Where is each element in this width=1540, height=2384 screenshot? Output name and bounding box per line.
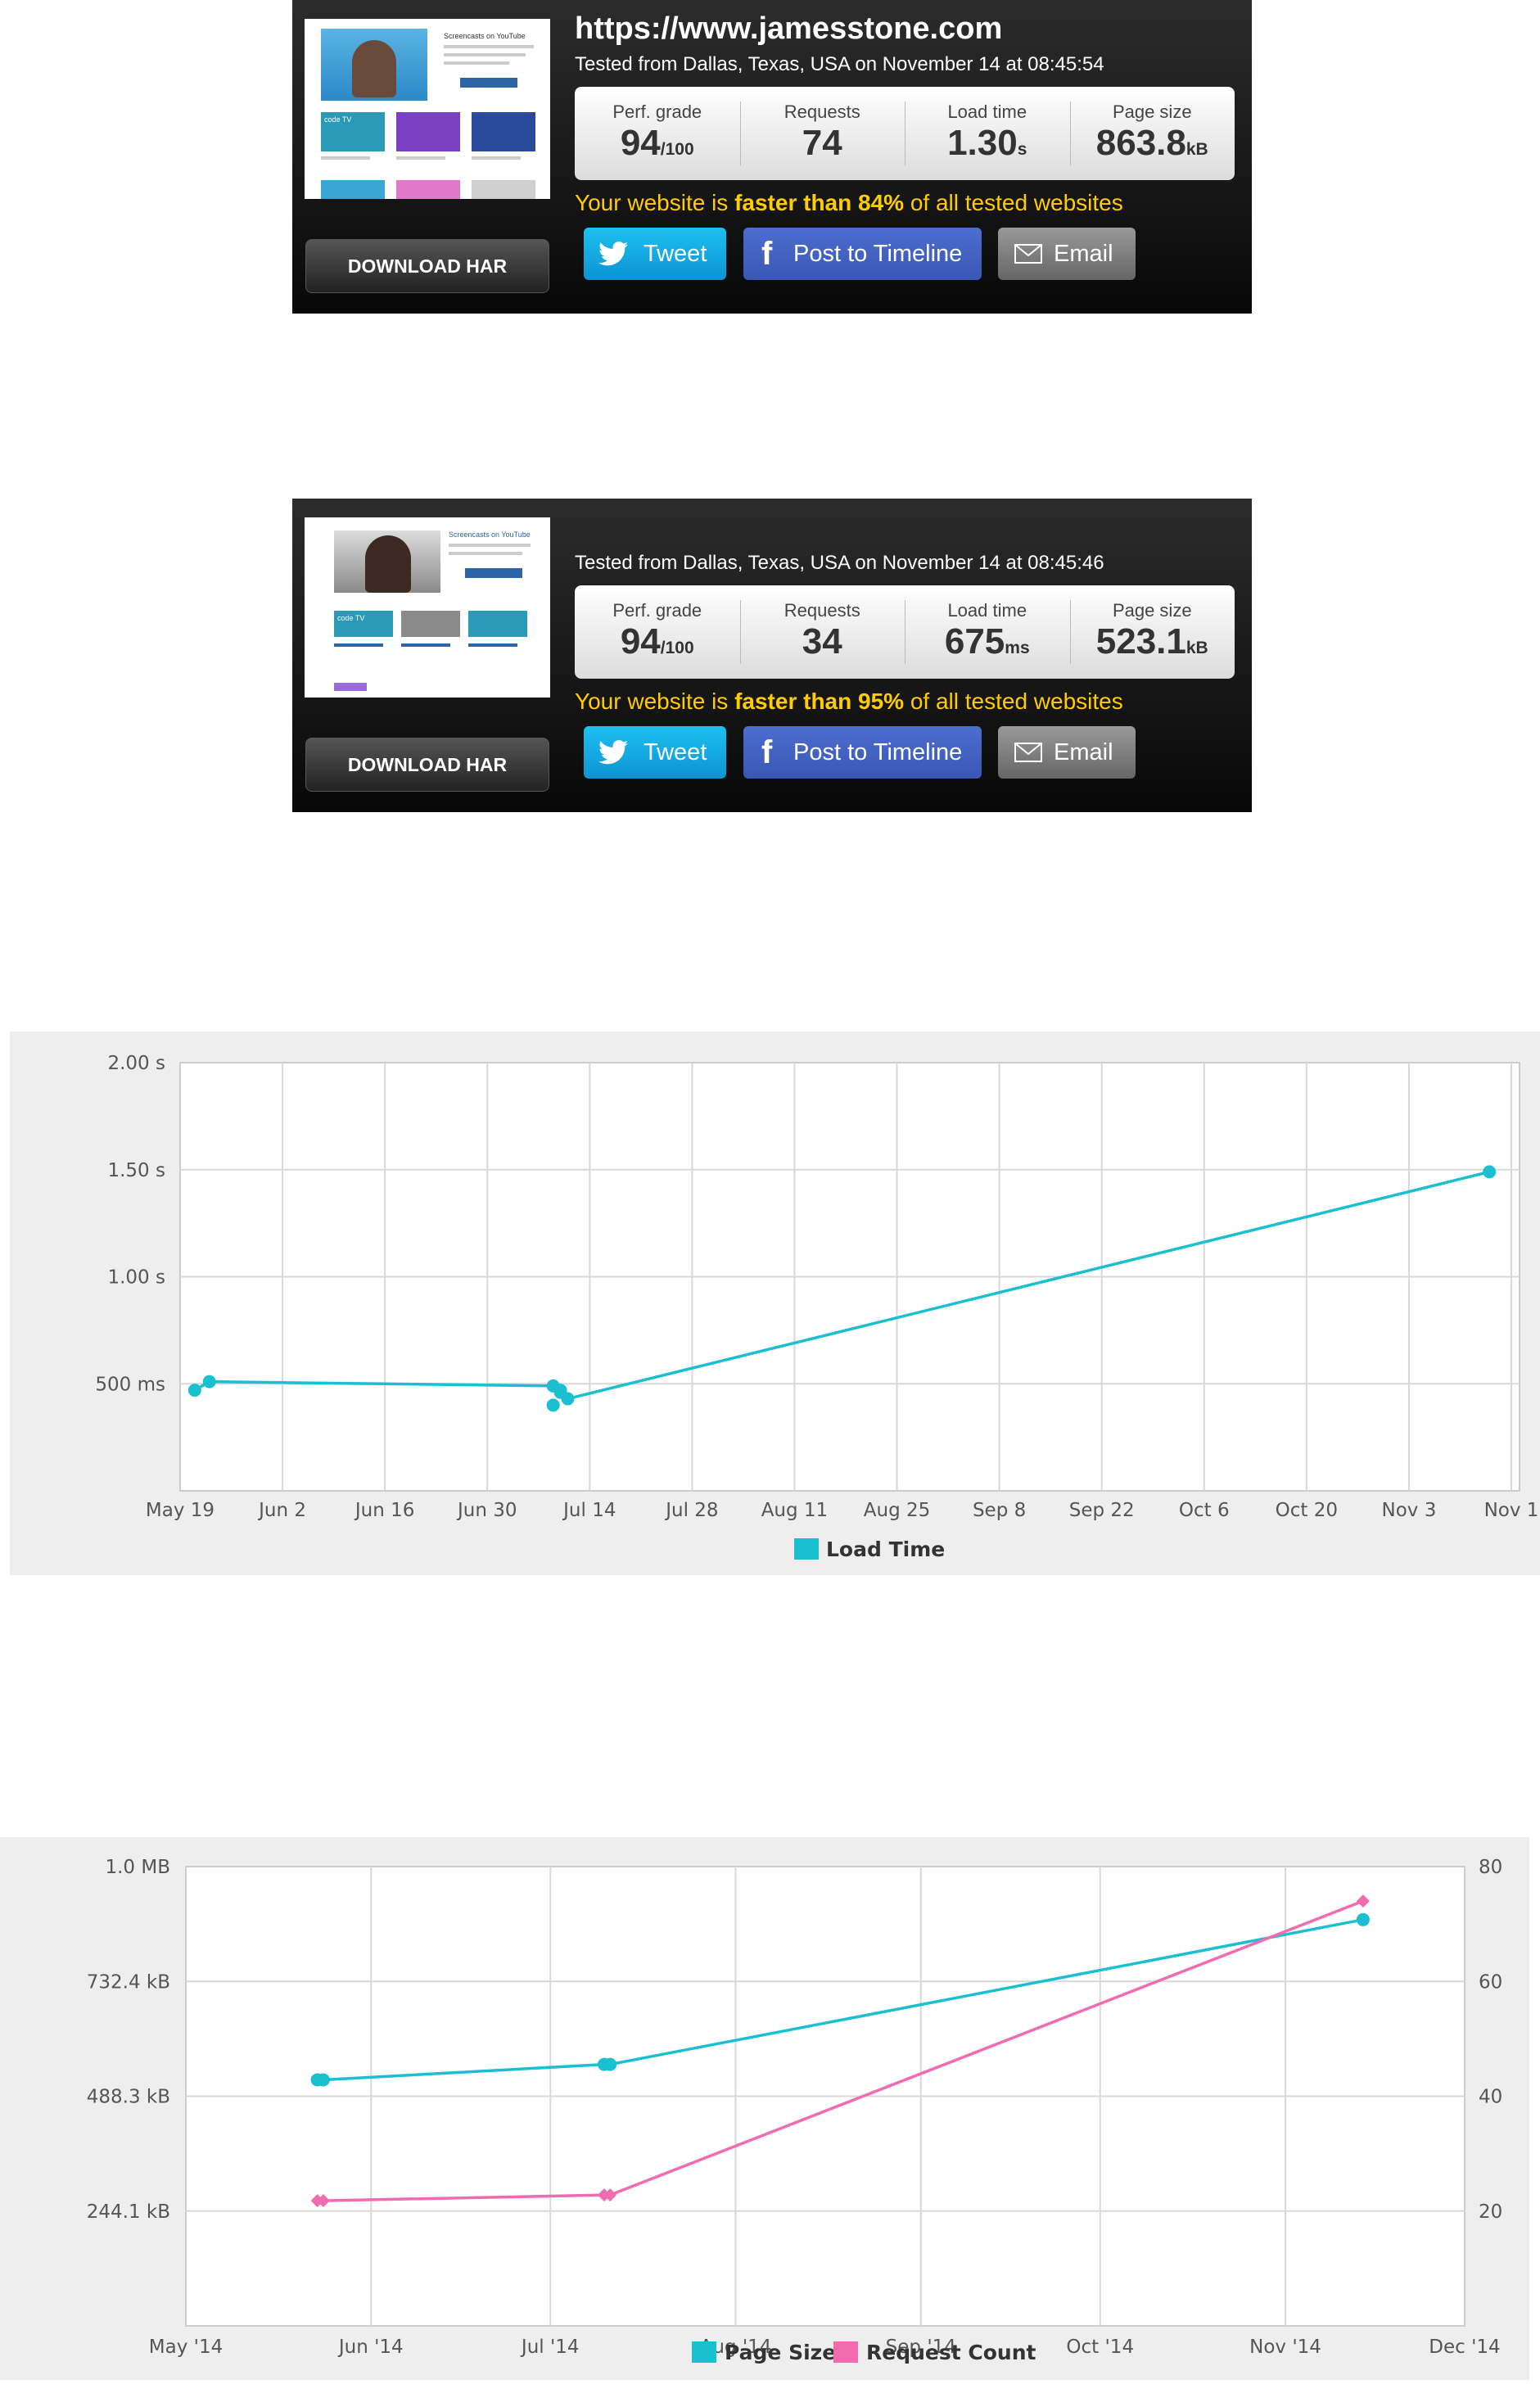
facebook-icon: f bbox=[761, 734, 773, 770]
x-tick-label: Jun '14 bbox=[337, 2337, 404, 2358]
faster-than-text: Your website is faster than 95% of all t… bbox=[575, 689, 1123, 714]
load-time-chart: 500 ms 1.00 s 1.50 s 2.00 s May 19 Jun 2 Jun … bbox=[95, 1053, 1539, 1561]
x-tick-label: Jul 14 bbox=[562, 1500, 616, 1521]
thumbnail-tile-1: code TV bbox=[334, 611, 393, 637]
y-left-tick-label: 488.3 kB bbox=[87, 2087, 170, 2108]
stat-perf-grade: Perf. grade 94/100 bbox=[612, 600, 702, 661]
email-button[interactable]: Email bbox=[998, 726, 1136, 779]
thumbnail-tile-2 bbox=[396, 112, 460, 151]
legend-swatch-page-size bbox=[692, 2341, 716, 2363]
x-tick-label: Oct '14 bbox=[1066, 2337, 1134, 2358]
tweet-button[interactable]: Tweet bbox=[584, 726, 726, 779]
stat-requests: Requests 74 bbox=[739, 87, 905, 180]
x-tick-label: Dec '14 bbox=[1429, 2337, 1500, 2358]
legend-swatch-load-time bbox=[794, 1538, 819, 1560]
x-tick-label: Jul 28 bbox=[664, 1500, 718, 1521]
post-to-timeline-button[interactable]: f Post to Timeline bbox=[743, 726, 982, 779]
download-har-button[interactable]: DOWNLOAD HAR bbox=[305, 239, 549, 293]
stat-load-time: Load time 1.30s bbox=[905, 87, 1070, 180]
report-panel-2: Screencasts on YouTube code TV DOWNLOAD … bbox=[292, 499, 1252, 812]
facebook-icon: f bbox=[761, 236, 773, 272]
data-point-page-size[interactable] bbox=[316, 2073, 330, 2087]
x-tick-label: Jun 2 bbox=[257, 1500, 306, 1521]
thumbnail-tile-2 bbox=[401, 611, 460, 637]
stat-perf-grade: Perf. grade 94/100 bbox=[612, 102, 702, 163]
x-tick-label: Jul '14 bbox=[520, 2337, 580, 2358]
y-tick-label: 2.00 s bbox=[107, 1053, 165, 1074]
legend-label-page-size: Page Size bbox=[725, 2341, 836, 2364]
page-size-request-chart: 244.1 kB488.3 kB732.4 kB1.0 MB 20406080 … bbox=[87, 1857, 1503, 2364]
thumbnail-video bbox=[334, 531, 440, 593]
tested-from-text: Tested from Dallas, Texas, USA on Novemb… bbox=[575, 552, 1104, 574]
x-tick-label: Aug 25 bbox=[864, 1500, 931, 1521]
thumbnail-tile-3 bbox=[472, 112, 535, 151]
y-tick-label: 1.50 s bbox=[107, 1160, 165, 1181]
x-tick-label: May 19 bbox=[146, 1500, 215, 1521]
legend-label-request-count: Request Count bbox=[866, 2341, 1036, 2364]
data-point-load-time[interactable] bbox=[561, 1392, 575, 1406]
y-left-tick-label: 732.4 kB bbox=[87, 1971, 170, 1993]
stat-load-time: Load time 675ms bbox=[905, 585, 1070, 679]
y-left-tick-label: 244.1 kB bbox=[87, 2201, 170, 2223]
y-tick-label: 500 ms bbox=[95, 1374, 165, 1395]
chart-legend[interactable]: Page Size Request Count bbox=[692, 2341, 1036, 2364]
y-right-tick-label: 40 bbox=[1479, 2087, 1502, 2108]
data-point-load-time[interactable] bbox=[187, 1384, 201, 1397]
data-point-page-size[interactable] bbox=[603, 2057, 617, 2071]
y-tick-label: 1.00 s bbox=[107, 1267, 165, 1289]
legend-swatch-request-count bbox=[833, 2341, 858, 2363]
stat-page-size: Page size 523.1kB bbox=[1069, 585, 1235, 679]
envelope-icon bbox=[1014, 228, 1042, 280]
tested-url: https://www.jamesstone.com bbox=[575, 11, 1003, 46]
faster-than-text: Your website is faster than 84% of all t… bbox=[575, 190, 1123, 215]
x-tick-label: Nov 1 bbox=[1484, 1500, 1539, 1521]
report-panel-1: Screencasts on YouTube code TV DOWNLOAD … bbox=[292, 0, 1252, 314]
page-size-chart-panel: 244.1 kB 488.3 kB 732.4 kB 1.0 MB 20 40 60 80 … bbox=[0, 1837, 1529, 2380]
legend-label-load-time: Load Time bbox=[826, 1537, 945, 1561]
stat-page-size: Page size 863.8kB bbox=[1069, 87, 1235, 180]
tested-from-text: Tested from Dallas, Texas, USA on Novemb… bbox=[575, 53, 1104, 75]
data-point-load-time[interactable] bbox=[546, 1398, 560, 1412]
y-right-tick-label: 80 bbox=[1479, 1857, 1502, 1878]
thumbnail-tile-1: code TV bbox=[321, 112, 385, 151]
x-tick-label: Nov 3 bbox=[1382, 1500, 1437, 1521]
thumbnail-tile-3 bbox=[468, 611, 527, 637]
post-to-timeline-button[interactable]: f Post to Timeline bbox=[743, 228, 982, 280]
x-tick-label: Jun 16 bbox=[354, 1500, 415, 1521]
data-point-page-size[interactable] bbox=[1356, 1912, 1370, 1926]
thumbnail-video bbox=[321, 29, 427, 101]
email-button[interactable]: Email bbox=[998, 228, 1136, 280]
x-tick-label: Sep 22 bbox=[1069, 1500, 1135, 1521]
download-har-button[interactable]: DOWNLOAD HAR bbox=[305, 738, 549, 792]
x-tick-label: Jun 30 bbox=[456, 1500, 517, 1521]
y-left-tick-label: 1.0 MB bbox=[105, 1857, 170, 1878]
stats-box: Perf. grade 94/100 Requests 74 Load time… bbox=[575, 87, 1235, 180]
thumbnail-header: Screencasts on YouTube bbox=[449, 531, 531, 539]
site-thumbnail: Screencasts on YouTube code TV bbox=[305, 12, 550, 199]
twitter-bird-icon bbox=[598, 726, 628, 779]
envelope-icon bbox=[1014, 726, 1042, 779]
x-tick-label: Aug 11 bbox=[761, 1500, 829, 1521]
x-tick-label: Oct 20 bbox=[1276, 1500, 1338, 1521]
stats-box: Perf. grade 94/100 Requests 34 Load time… bbox=[575, 585, 1235, 679]
x-tick-label: Nov '14 bbox=[1249, 2337, 1321, 2358]
data-point-load-time[interactable] bbox=[1483, 1165, 1497, 1179]
load-time-chart-panel: 500 ms 1.00 s 1.50 s 2.00 s May 19 Jun 2 Jun … bbox=[10, 1032, 1540, 1575]
x-tick-label: Oct 6 bbox=[1179, 1500, 1230, 1521]
chart-legend[interactable]: Load Time bbox=[794, 1537, 945, 1561]
twitter-bird-icon bbox=[598, 228, 628, 280]
y-right-tick-label: 20 bbox=[1479, 2201, 1502, 2223]
site-thumbnail: Screencasts on YouTube code TV bbox=[305, 511, 550, 698]
tweet-button[interactable]: Tweet bbox=[584, 228, 726, 280]
data-point-load-time[interactable] bbox=[202, 1375, 216, 1388]
thumbnail-header: Screencasts on YouTube bbox=[444, 32, 526, 40]
stat-requests: Requests 34 bbox=[739, 585, 905, 679]
x-tick-label: Sep 8 bbox=[973, 1500, 1026, 1521]
y-right-tick-label: 60 bbox=[1479, 1971, 1502, 1993]
x-tick-label: May '14 bbox=[149, 2337, 223, 2358]
